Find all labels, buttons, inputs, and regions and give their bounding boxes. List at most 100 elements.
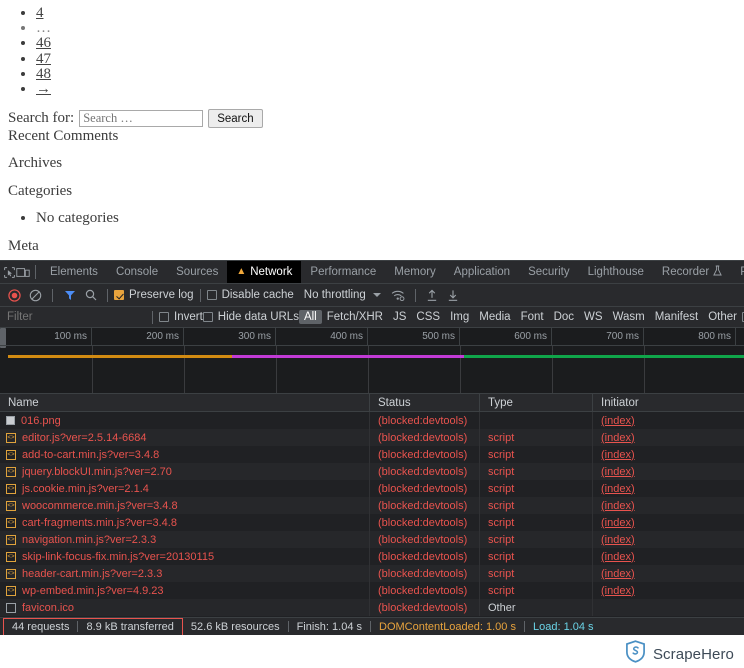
filter-type-font[interactable]: Font bbox=[516, 310, 549, 324]
table-row[interactable]: <> woocommerce.min.js?ver=3.4.8 (blocked:d… bbox=[0, 497, 744, 514]
cell-name[interactable]: <> header-cart.min.js?ver=2.3.3 bbox=[0, 565, 370, 582]
filter-input[interactable] bbox=[0, 307, 146, 327]
filter-type-fetch-xhr[interactable]: Fetch/XHR bbox=[322, 310, 388, 324]
filter-type-ws[interactable]: WS bbox=[579, 310, 608, 324]
list-item[interactable]: 46 bbox=[36, 36, 744, 51]
table-row[interactable]: <> js.cookie.min.js?ver=2.1.4 (blocked:dev… bbox=[0, 480, 744, 497]
network-overview-timeline[interactable]: 100 ms 200 ms 300 ms 400 ms 500 ms 600 m… bbox=[0, 328, 744, 394]
cell-initiator[interactable]: (index) bbox=[593, 565, 744, 582]
table-row[interactable]: <> header-cart.min.js?ver=2.3.3 (blocked:d… bbox=[0, 565, 744, 582]
cell-name[interactable]: <> js.cookie.min.js?ver=2.1.4 bbox=[0, 480, 370, 497]
cell-initiator[interactable]: (index) bbox=[593, 480, 744, 497]
column-header-initiator[interactable]: Initiator bbox=[593, 394, 744, 412]
filter-type-media[interactable]: Media bbox=[474, 310, 515, 324]
tab-elements[interactable]: Elements bbox=[41, 261, 107, 283]
export-har-icon[interactable] bbox=[443, 285, 464, 306]
tab-performance-insights[interactable]: Perform bbox=[731, 261, 744, 283]
column-header-name[interactable]: Name bbox=[0, 393, 370, 412]
table-row[interactable]: <> editor.js?ver=2.5.14-6684 (blocked:devt… bbox=[0, 429, 744, 446]
table-row[interactable]: <> wp-embed.min.js?ver=4.9.23 (blocked:dev… bbox=[0, 582, 744, 599]
filter-icon[interactable] bbox=[59, 285, 80, 306]
tab-lighthouse[interactable]: Lighthouse bbox=[579, 261, 653, 283]
initiator-link[interactable]: (index) bbox=[601, 466, 635, 478]
filter-type-img[interactable]: Img bbox=[445, 310, 474, 324]
preserve-log-checkbox[interactable]: Preserve log bbox=[114, 289, 194, 301]
record-button[interactable] bbox=[4, 285, 25, 306]
cell-initiator[interactable]: (index) bbox=[593, 548, 744, 565]
column-header-status[interactable]: Status bbox=[370, 393, 480, 412]
tab-security[interactable]: Security bbox=[519, 261, 579, 283]
cell-name[interactable]: <> skip-link-focus-fix.min.js?ver=2013011… bbox=[0, 548, 370, 565]
pagination-link[interactable]: 46 bbox=[36, 35, 51, 51]
initiator-link[interactable]: (index) bbox=[601, 517, 635, 529]
cell-name[interactable]: <> wp-embed.min.js?ver=4.9.23 bbox=[0, 582, 370, 599]
tab-sources[interactable]: Sources bbox=[167, 261, 227, 283]
table-row[interactable]: 016.png (blocked:devtools) (index) bbox=[0, 412, 744, 429]
initiator-link[interactable]: (index) bbox=[601, 415, 635, 427]
cell-initiator[interactable]: (index) bbox=[593, 463, 744, 480]
table-row[interactable]: <> jquery.blockUI.min.js?ver=2.70 (blocked… bbox=[0, 463, 744, 480]
cell-name[interactable]: <> cart-fragments.min.js?ver=3.4.8 bbox=[0, 514, 370, 531]
cell-name[interactable]: <> add-to-cart.min.js?ver=3.4.8 bbox=[0, 446, 370, 463]
cell-initiator[interactable]: (index) bbox=[593, 412, 744, 429]
cell-initiator[interactable]: (index) bbox=[593, 531, 744, 548]
initiator-link[interactable]: (index) bbox=[601, 534, 635, 546]
search-button[interactable]: Search bbox=[208, 109, 263, 128]
cell-name[interactable]: 016.png bbox=[0, 412, 370, 429]
initiator-link[interactable]: (index) bbox=[601, 568, 635, 580]
list-item[interactable]: 48 bbox=[36, 66, 744, 82]
filter-type-manifest[interactable]: Manifest bbox=[650, 310, 703, 324]
initiator-link[interactable]: (index) bbox=[601, 449, 635, 461]
tab-network[interactable]: ▲ Network bbox=[227, 261, 302, 283]
device-toolbar-icon[interactable] bbox=[16, 263, 30, 282]
tab-application[interactable]: Application bbox=[445, 261, 519, 283]
search-input[interactable] bbox=[79, 110, 204, 127]
throttling-dropdown[interactable]: No throttling bbox=[304, 289, 381, 301]
invert-checkbox[interactable]: Invert bbox=[159, 311, 203, 323]
search-icon[interactable] bbox=[80, 285, 101, 306]
filter-type-js[interactable]: JS bbox=[388, 310, 411, 324]
initiator-link[interactable]: (index) bbox=[601, 483, 635, 495]
network-conditions-icon[interactable] bbox=[388, 285, 409, 306]
filter-type-css[interactable]: CSS bbox=[411, 310, 445, 324]
hide-data-urls-checkbox[interactable]: Hide data URLs bbox=[202, 311, 299, 323]
cell-name[interactable]: <> jquery.blockUI.min.js?ver=2.70 bbox=[0, 463, 370, 480]
pagination-link[interactable]: 48 bbox=[36, 66, 51, 82]
list-item[interactable]: 47 bbox=[36, 51, 744, 67]
pagination-link[interactable]: 4 bbox=[36, 5, 44, 21]
table-row[interactable]: <> skip-link-focus-fix.min.js?ver=2013011… bbox=[0, 548, 744, 565]
column-header-type[interactable]: Type bbox=[480, 393, 593, 412]
filter-type-other[interactable]: Other bbox=[703, 310, 742, 324]
pagination-next-link[interactable]: → bbox=[36, 81, 51, 97]
cell-name[interactable]: <> woocommerce.min.js?ver=3.4.8 bbox=[0, 497, 370, 514]
cell-initiator[interactable]: (index) bbox=[593, 582, 744, 599]
cell-initiator[interactable] bbox=[593, 599, 744, 616]
disable-cache-checkbox[interactable]: Disable cache bbox=[206, 289, 294, 301]
clear-button[interactable] bbox=[25, 285, 46, 306]
tab-console[interactable]: Console bbox=[107, 261, 167, 283]
table-row[interactable]: favicon.ico (blocked:devtools) Other bbox=[0, 599, 744, 616]
pagination-link[interactable]: 47 bbox=[36, 51, 51, 67]
table-row[interactable]: <> cart-fragments.min.js?ver=3.4.8 (blocke… bbox=[0, 514, 744, 531]
initiator-link[interactable]: (index) bbox=[601, 585, 635, 597]
initiator-link[interactable]: (index) bbox=[601, 551, 635, 563]
cell-initiator[interactable]: (index) bbox=[593, 446, 744, 463]
cell-name[interactable]: <> navigation.min.js?ver=2.3.3 bbox=[0, 531, 370, 548]
cell-initiator[interactable]: (index) bbox=[593, 429, 744, 446]
initiator-link[interactable]: (index) bbox=[601, 500, 635, 512]
cell-initiator[interactable]: (index) bbox=[593, 514, 744, 531]
filter-type-wasm[interactable]: Wasm bbox=[608, 310, 650, 324]
filter-type-all[interactable]: All bbox=[298, 310, 322, 324]
cell-name[interactable]: favicon.ico bbox=[0, 599, 370, 616]
import-har-icon[interactable] bbox=[422, 285, 443, 306]
list-item[interactable]: → bbox=[36, 81, 744, 97]
cell-name[interactable]: <> editor.js?ver=2.5.14-6684 bbox=[0, 429, 370, 446]
filter-type-doc[interactable]: Doc bbox=[549, 310, 579, 324]
table-row[interactable]: <> navigation.min.js?ver=2.3.3 (blocked:de… bbox=[0, 531, 744, 548]
list-item[interactable]: 4 bbox=[36, 5, 744, 21]
table-row[interactable]: <> add-to-cart.min.js?ver=3.4.8 (blocked:d… bbox=[0, 446, 744, 463]
cell-initiator[interactable]: (index) bbox=[593, 497, 744, 514]
initiator-link[interactable]: (index) bbox=[601, 432, 635, 444]
inspect-element-icon[interactable] bbox=[3, 263, 16, 282]
tab-memory[interactable]: Memory bbox=[385, 261, 445, 283]
